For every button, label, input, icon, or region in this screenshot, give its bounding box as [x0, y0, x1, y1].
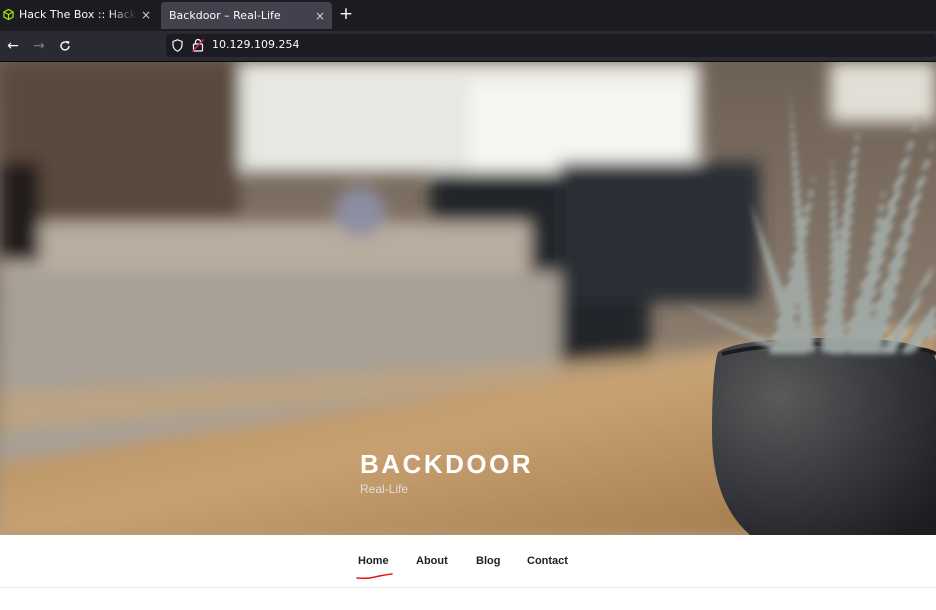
tab-hackthebox[interactable]: Hack The Box :: Hack The × [0, 0, 158, 29]
site-title[interactable]: BACKDOOR [360, 449, 533, 480]
htb-cube-icon [3, 9, 14, 20]
tab-title: Hack The Box :: Hack The [19, 8, 138, 21]
new-tab-button[interactable]: + [336, 4, 356, 24]
menu-item-contact[interactable]: Contact [527, 555, 568, 567]
close-tab-icon[interactable]: × [138, 8, 154, 22]
tab-backdoor[interactable]: Backdoor – Real-Life × [161, 2, 332, 29]
tab-title: Backdoor – Real-Life [169, 9, 281, 22]
address-bar[interactable]: 10.129.109.254 [166, 34, 936, 57]
red-underline-annotation [356, 573, 393, 580]
close-tab-icon[interactable]: × [312, 9, 328, 23]
back-arrow-icon[interactable]: ← [4, 37, 22, 55]
forward-arrow-icon[interactable]: → [30, 37, 48, 55]
menu-item-about[interactable]: About [416, 555, 448, 567]
url-text: 10.129.109.254 [212, 38, 300, 51]
tab-bar: Hack The Box :: Hack The × Backdoor – Re… [0, 0, 936, 31]
menu-item-blog[interactable]: Blog [476, 555, 500, 567]
insecure-lock-icon[interactable] [192, 38, 204, 52]
reload-icon[interactable] [56, 37, 74, 55]
site-description: Real-Life [360, 482, 409, 496]
shield-icon[interactable] [172, 39, 183, 52]
navigation-toolbar: ← → 10.129.109.254 [0, 31, 936, 62]
header-image: BACKDOOR Real-Life [0, 62, 936, 535]
menu-item-home[interactable]: Home [358, 555, 389, 567]
main-navigation-menu: Home About Blog Contact [0, 535, 936, 588]
